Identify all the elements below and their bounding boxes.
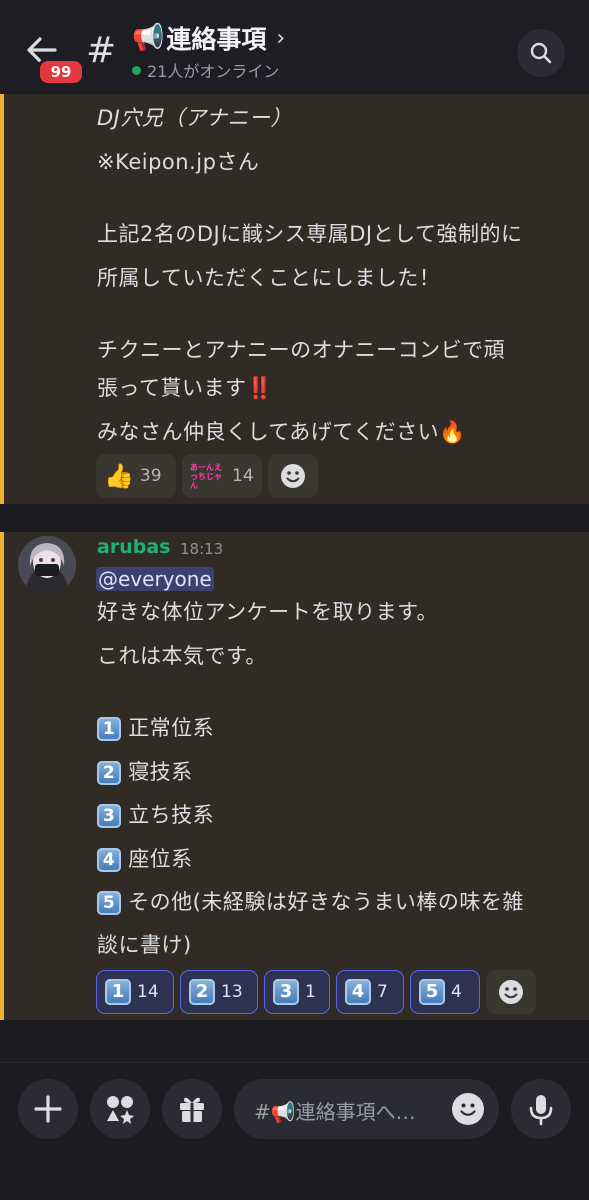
attach-button[interactable] [18,1079,78,1139]
keycap-icon: 1 [105,979,131,1005]
channel-title: 連絡事項 [166,25,267,54]
apps-icon [107,1096,134,1124]
gift-icon [180,1097,204,1122]
poll-option: 4 座位系 [97,843,193,873]
channel-header: 99 # 📢 連絡事項 › 21人がオンライン [0,0,589,94]
avatar-image [18,536,76,594]
reaction-keycap-1[interactable]: 1 14 [96,970,174,1014]
message-line: みなさん仲良くしてあげてください🔥 [97,420,466,444]
reaction-count: 14 [137,982,159,1002]
reaction-bar: 1 14 2 13 3 1 4 7 5 4 [96,970,536,1014]
reaction-count: 13 [221,982,243,1002]
poll-option-text: 寝技系 [128,760,193,784]
timestamp: 18:13 [180,540,224,558]
reaction-count: 7 [377,982,388,1002]
reaction-count: 1 [305,982,316,1002]
author-name[interactable]: arubas [97,536,170,558]
message-highlighted[interactable]: DJ穴兄（アナニー） ※Keipon.jpさん 上記2名のDJに馘シス専属DJと… [0,94,589,504]
online-count: 21人がオンライン [147,62,280,81]
apps-button[interactable] [90,1079,150,1139]
avatar[interactable] [18,536,76,594]
keycap-icon: 1 [97,717,121,741]
poll-option-text: 正常位系 [128,716,215,740]
megaphone-icon: 📢 [132,23,165,53]
plus-icon [34,1095,62,1123]
online-dot-icon [132,65,141,75]
keycap-icon: 2 [189,979,215,1005]
smiley-add-icon [499,980,523,1004]
poll-option: 5 その他(未経験は好きなうまい棒の味を雑 [97,886,524,916]
message-line: 好きな体位アンケートを取ります。 [97,600,439,624]
reaction-bar: 👍 39 あーんえっちじゃん 14 [96,454,318,498]
poll-option: 3 立ち技系 [97,799,214,829]
poll-option-text: 立ち技系 [128,803,215,827]
message-line: 上記2名のDJに馘シス専属DJとして強制的に [97,222,523,246]
reaction-keycap-2[interactable]: 2 13 [180,970,258,1014]
mention-highlight-bar [0,94,4,504]
poll-option: 1 正常位系 [97,712,214,742]
add-reaction-button[interactable] [268,454,318,498]
emoji-picker-button[interactable] [452,1093,484,1125]
message-line: これは本気です。 [97,644,267,668]
message-input-placeholder: #📢連絡事項へ… [254,1100,416,1124]
thumbs-up-icon: 👍 [104,462,134,490]
message-line: 所属していただくことにしました！ [97,266,441,290]
message-line: DJ穴兄（アナニー） [97,106,292,130]
message-input[interactable]: #📢連絡事項へ… [234,1079,499,1139]
hash-icon: # [86,30,117,71]
message-line: チクニーとアナニーのオナニーコンビで頑 [97,338,506,362]
microphone-icon [529,1095,553,1126]
keycap-icon: 5 [419,979,445,1005]
search-button[interactable] [517,29,565,77]
smiley-add-icon [281,464,305,488]
composer-bar: #📢連絡事項へ… [0,1062,589,1200]
reaction-count: 39 [139,466,162,486]
keycap-icon: 5 [97,891,121,915]
custom-emoji-icon: あーんえっちじゃん [190,462,222,490]
message-divider [0,504,589,532]
channel-title-button[interactable]: 📢 連絡事項 › [132,20,285,56]
reaction-thumbsup[interactable]: 👍 39 [96,454,176,498]
reaction-keycap-5[interactable]: 5 4 [410,970,480,1014]
poll-option-text: その他(未経験は好きなうまい棒の味を雑 [128,890,524,914]
add-reaction-button[interactable] [486,970,536,1014]
message-line: ※Keipon.jpさん [97,150,260,174]
keycap-icon: 4 [345,979,371,1005]
reaction-custom-emoji[interactable]: あーんえっちじゃん 14 [182,454,262,498]
voice-message-button[interactable] [511,1079,571,1139]
reaction-count: 14 [232,466,254,486]
keycap-icon: 4 [97,848,121,872]
online-status: 21人がオンライン [132,58,279,82]
poll-option: 2 寝技系 [97,756,193,786]
chevron-right-icon: › [276,25,286,51]
message-line: 談に書け) [97,933,192,957]
keycap-icon: 3 [273,979,299,1005]
message-line: 張って貰います‼️ [97,376,274,400]
keycap-icon: 2 [97,761,121,785]
poll-option-text: 座位系 [128,847,193,871]
smiley-icon [460,1103,476,1116]
gift-button[interactable] [162,1079,222,1139]
reaction-keycap-3[interactable]: 3 1 [264,970,330,1014]
mention-highlight-bar [0,532,4,1020]
reaction-keycap-4[interactable]: 4 7 [336,970,404,1014]
keycap-icon: 3 [97,804,121,828]
search-icon [530,42,552,64]
everyone-mention[interactable]: @everyone [96,567,214,591]
reaction-count: 4 [451,982,462,1002]
message-highlighted[interactable]: arubas 18:13 @everyone 好きな体位アンケートを取ります。 … [0,532,589,1020]
unread-badge: 99 [37,58,85,86]
